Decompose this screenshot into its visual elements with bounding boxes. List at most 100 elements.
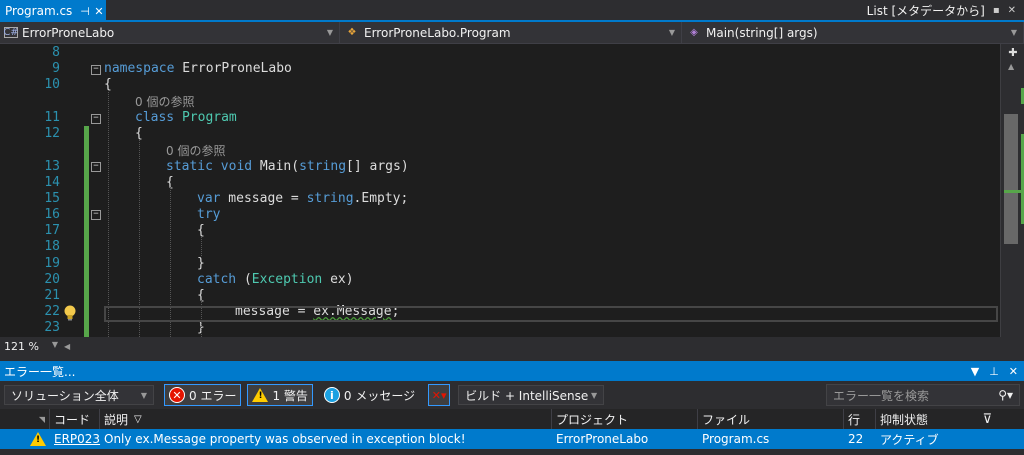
dropdown-arrow-icon: ▼ <box>326 28 333 37</box>
scope-dropdown[interactable]: ソリューション全体 ▼ <box>4 385 154 405</box>
column-label: ファイル <box>702 412 751 427</box>
code-token: Program <box>181 110 237 125</box>
tabstrip-right: List [メタデータから] ▪ ✕ <box>867 0 1024 20</box>
column-header-file[interactable]: ファイル <box>698 409 844 429</box>
column-header-project[interactable]: プロジェクト <box>552 409 698 429</box>
column-label: 説明 <box>104 412 129 427</box>
filter-funnel-icon[interactable]: ⊽ <box>982 412 992 427</box>
code-text: static void Main(string[] args) <box>166 159 409 175</box>
error-code-link[interactable]: ERP023 <box>54 432 100 446</box>
search-placeholder: エラー一覧を検索 <box>833 388 930 403</box>
scrollbar-thumb[interactable] <box>1004 114 1018 244</box>
line-number: 10 <box>44 77 60 92</box>
document-tab-strip: Program.cs ⊣ ✕ List [メタデータから] ▪ ✕ <box>0 0 1024 22</box>
code-line[interactable]: 0 個の参照 <box>0 143 1000 159</box>
collapse-icon[interactable]: − <box>91 65 101 75</box>
code-token: static void <box>166 159 253 174</box>
indent-guide <box>108 90 109 337</box>
reference-count-hint[interactable]: 0 個の参照 <box>135 95 194 109</box>
column-header-line[interactable]: 行 <box>844 409 876 429</box>
window-position-icon[interactable]: ▼ <box>971 365 979 378</box>
line-number: 9 <box>52 61 60 76</box>
project-dropdown[interactable]: C# ErrorProneLabo ▼ <box>0 22 340 43</box>
collapse-icon[interactable]: − <box>91 210 101 220</box>
scope-label: ソリューション全体 <box>11 388 119 403</box>
code-text: 0 個の参照 <box>135 94 194 111</box>
scroll-up-icon[interactable]: ▲ <box>1008 62 1014 71</box>
code-line[interactable]: 10{ <box>0 77 1000 93</box>
reference-count-hint[interactable]: 0 個の参照 <box>166 144 225 158</box>
code-text: var message = string.Empty; <box>197 191 408 207</box>
collapse-icon[interactable]: − <box>91 114 101 124</box>
code-token: namespace <box>104 61 175 76</box>
sort-indicator-column[interactable]: ◥ <box>0 409 50 429</box>
error-list-toolbar: ソリューション全体 ▼ ✕ 0 エラー ! 1 警告 i 0 メッセージ ✕▾ … <box>0 381 1024 409</box>
code-line[interactable]: 18 <box>0 239 1000 255</box>
filter-icon[interactable]: ✕▾ <box>428 384 451 406</box>
errors-filter-button[interactable]: ✕ 0 エラー <box>164 384 242 406</box>
line-number: 16 <box>44 207 60 222</box>
line-number: 18 <box>44 239 60 254</box>
code-token: try <box>197 207 221 222</box>
metadata-tab[interactable]: List [メタデータから] <box>867 2 985 19</box>
sort-descending-icon: ▽ <box>134 413 142 425</box>
code-token: var <box>197 191 221 206</box>
code-line[interactable]: 23} <box>0 320 1000 336</box>
code-token: ErrorProneLabo <box>174 61 292 76</box>
column-header-suppression[interactable]: 抑制状態 ⊽ <box>876 409 1000 429</box>
code-editor[interactable]: 8 9 namespace ErrorProneLabo 10{0 個の参照 11 cla… <box>0 44 1024 337</box>
code-token: ex) <box>322 272 354 287</box>
code-line[interactable]: 14{ <box>0 175 1000 191</box>
error-list-title-bar: エラー一覧... ▼ ⊥ ✕ <box>0 361 1024 381</box>
code-line[interactable]: 19} <box>0 256 1000 272</box>
close-icon[interactable]: ✕ <box>92 5 106 18</box>
code-line[interactable]: 9 namespace ErrorProneLabo <box>0 61 1000 77</box>
warnings-count-label: 1 警告 <box>272 388 308 403</box>
lock-icon[interactable]: ▪ <box>993 5 1000 16</box>
vertical-scrollbar[interactable]: ✚ ▲ <box>1000 44 1024 337</box>
warning-icon: ! <box>252 388 269 402</box>
error-list-search-input[interactable]: エラー一覧を検索 ⚲▾ <box>826 384 1020 406</box>
code-line[interactable]: 8 <box>0 45 1000 61</box>
line-number: 23 <box>44 320 60 335</box>
code-line[interactable]: 15 var message = string.Empty; <box>0 191 1000 207</box>
column-header-code[interactable]: コード <box>50 409 100 429</box>
indent-guide <box>201 236 202 256</box>
column-label: プロジェクト <box>556 412 629 427</box>
tab-label: Program.cs <box>5 4 73 18</box>
search-icon[interactable]: ⚲▾ <box>998 388 1013 402</box>
member-dropdown[interactable]: ◈ Main(string[] args) ▼ <box>682 22 1024 43</box>
csharp-project-icon: C# <box>3 27 19 38</box>
code-line[interactable]: 13 static void Main(string[] args) <box>0 159 1000 175</box>
code-line[interactable]: 12{ <box>0 126 1000 142</box>
scroll-left-icon[interactable]: ◀ <box>64 342 70 351</box>
lightbulb-icon[interactable] <box>63 305 77 321</box>
close-icon[interactable]: ✕ <box>1008 5 1016 16</box>
line-number: 15 <box>44 191 60 206</box>
code-line[interactable]: 17{ <box>0 223 1000 239</box>
zoom-dropdown[interactable]: 121 % ▼ <box>0 340 62 353</box>
type-dropdown[interactable]: ❖ ErrorProneLabo.Program ▼ <box>340 22 682 43</box>
type-dropdown-label: ErrorProneLabo.Program <box>364 25 511 40</box>
pin-icon[interactable]: ⊥ <box>989 365 999 378</box>
split-window-icon[interactable]: ✚ <box>1006 46 1020 59</box>
row-line-cell: 22 <box>848 432 864 446</box>
table-row[interactable]: ! ERP023 Only ex.Message property was ob… <box>0 429 1024 449</box>
errors-count-label: 0 エラー <box>189 388 237 403</box>
collapse-icon[interactable]: − <box>91 162 101 172</box>
dropdown-arrow-icon: ▼ <box>1010 28 1017 37</box>
navigation-bar: C# ErrorProneLabo ▼ ❖ ErrorProneLabo.Pro… <box>0 22 1024 44</box>
code-line[interactable]: 0 個の参照 <box>0 94 1000 110</box>
code-line[interactable]: 20 catch (Exception ex) <box>0 272 1000 288</box>
pin-icon[interactable]: ⊣ <box>78 5 92 18</box>
code-line[interactable]: 16 try <box>0 207 1000 223</box>
column-header-description[interactable]: 説明 ▽ <box>100 409 552 429</box>
tab-program-cs[interactable]: Program.cs ⊣ ✕ <box>0 0 106 22</box>
warnings-filter-button[interactable]: ! 1 警告 <box>247 384 313 406</box>
close-icon[interactable]: ✕ <box>1009 365 1018 378</box>
build-filter-label: ビルド + IntelliSense <box>465 388 589 403</box>
messages-filter-button[interactable]: i 0 メッセージ <box>319 384 420 406</box>
code-line[interactable]: 21{ <box>0 288 1000 304</box>
build-filter-dropdown[interactable]: ビルド + IntelliSense ▼ <box>458 385 605 405</box>
code-line[interactable]: 11 class Program <box>0 110 1000 126</box>
